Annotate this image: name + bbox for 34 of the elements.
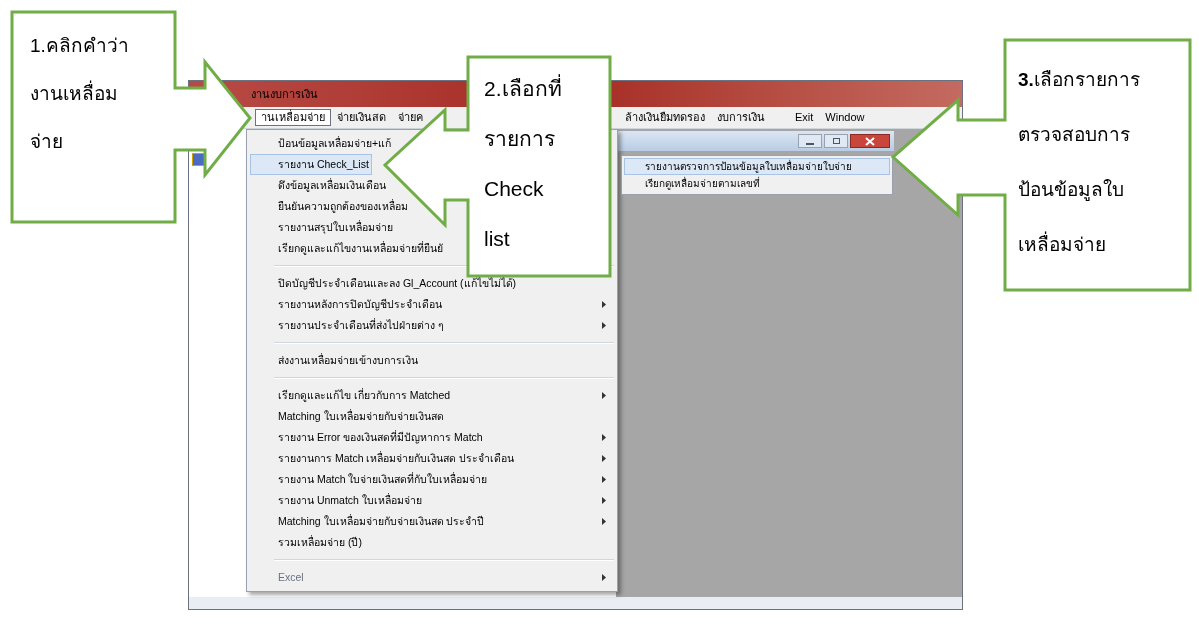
menu-item[interactable]: Window xyxy=(819,109,871,126)
menu-item[interactable]: จ่ายค xyxy=(392,109,429,126)
menu-item[interactable]: เรียกดูและแก้ไขงานเหลื่อมจ่ายที่ยืนยั xyxy=(250,238,446,259)
menu-item[interactable]: งบการเงิน xyxy=(711,109,771,126)
minimize-icon[interactable] xyxy=(798,134,822,148)
close-icon[interactable] xyxy=(850,134,890,148)
menu-item[interactable]: จ่ายเงินสด xyxy=(331,109,392,126)
window-title: งานงบการเงิน xyxy=(251,86,318,102)
menu-item[interactable]: Matching ใบเหลื่อมจ่ายกับจ่ายเงินสด ประจำปี xyxy=(250,511,617,532)
menu-item[interactable]: รายงานตรวจการป้อนข้อมูลใบเหลื่อมจ่ายใบจ่าย xyxy=(624,158,890,175)
menu-item[interactable]: ยืนยันความถูกต้องของเหลื่อม xyxy=(250,196,411,217)
maximize-icon[interactable] xyxy=(824,134,848,148)
menu-item[interactable]: ดึงข้อมูลเหลื่อมเงินเดือน xyxy=(250,175,389,196)
menu-item[interactable]: รายงาน Unmatch ใบเหลื่อมจ่าย xyxy=(250,490,617,511)
callout-text: 2.เลือกที่ รายการ Check list xyxy=(484,64,606,264)
menu-item[interactable]: Matching ใบเหลื่อมจ่ายกับจ่ายเงินสด xyxy=(250,406,447,427)
menu-item[interactable]: ส่งงานเหลื่อมจ่ายเข้างบการเงิน xyxy=(250,350,421,371)
menu-item[interactable]: Exit xyxy=(789,109,820,126)
callout-text: 1.คลิกคำว่า งานเหลื่อม จ่าย xyxy=(30,34,130,154)
menu-item[interactable]: รายงาน Error ของเงินสดที่มีปัญหาการ Match xyxy=(250,427,617,448)
menu-item[interactable]: ป้อนข้อมูลเหลื่อมจ่าย+แก้ xyxy=(250,133,395,154)
menu-item[interactable]: านเหลื่อมจ่าย xyxy=(255,109,331,126)
menu-item[interactable]: รายงานสรุปใบเหลื่อมจ่าย xyxy=(250,217,396,238)
menu-item[interactable]: รายงานประจำเดือนที่ส่งไปฝ่ายต่าง ๆ xyxy=(250,315,617,336)
menu-item[interactable]: รายงานการ Match เหลื่อมจ่ายกับเงินสด ประจำเดือน xyxy=(250,448,617,469)
callout-text: 3.เลือกรายการ ตรวจสอบการ ป้อนข้อมูลใบ เหลื่อมจ่าย xyxy=(1018,68,1141,257)
menu-item[interactable]: ล้างเงินยืมทดรอง xyxy=(619,109,711,126)
menu-item[interactable]: รายงานหลังการปิดบัญชีประจำเดือน xyxy=(250,294,617,315)
menu-item[interactable]: รายงาน Check_List xyxy=(250,154,372,175)
menu-item[interactable]: เรียกดูและแก้ไข เกี่ยวกับการ Matched xyxy=(250,385,617,406)
menu-item[interactable]: เรียกดูเหลื่อมจ่ายตามเลขที่ xyxy=(624,175,890,192)
menu-item[interactable]: รายงาน Match ใบจ่ายเงินสดที่กับใบเหลื่อมจ่าย xyxy=(250,469,617,490)
menu-item[interactable]: ปิดบัญชีประจำเดือนและลง Gl_Account (แก้ไขไม่ได้) xyxy=(250,273,520,294)
menu-item[interactable]: รวมเหลื่อมจ่าย (ปี) xyxy=(250,532,365,553)
